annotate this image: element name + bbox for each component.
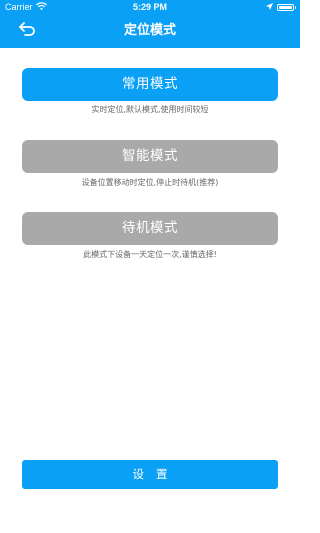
nav-bar: 定位模式 xyxy=(0,14,300,48)
mode-description-smart: 设备位置移动时定位,停止时待机(推荐) xyxy=(81,178,219,187)
mode-button-standby[interactable]: 待机模式 xyxy=(22,212,278,245)
location-arrow-icon xyxy=(266,0,273,14)
status-bar: Carrier 5:29 PM xyxy=(0,0,300,14)
mode-button-smart[interactable]: 智能模式 xyxy=(22,140,278,173)
battery-level xyxy=(279,5,292,9)
battery-icon xyxy=(277,3,296,11)
page-title: 定位模式 xyxy=(123,23,176,38)
status-right xyxy=(266,0,296,14)
mode-description-common: 实时定位,默认模式,使用时间较短 xyxy=(91,105,209,114)
mode-button-common[interactable]: 常用模式 xyxy=(22,68,278,101)
mode-description-standby: 此模式下设备一天定位一次,谨慎选择! xyxy=(83,250,217,259)
status-time: 5:29 PM xyxy=(132,2,167,12)
settings-button[interactable]: 设置 xyxy=(22,460,278,489)
